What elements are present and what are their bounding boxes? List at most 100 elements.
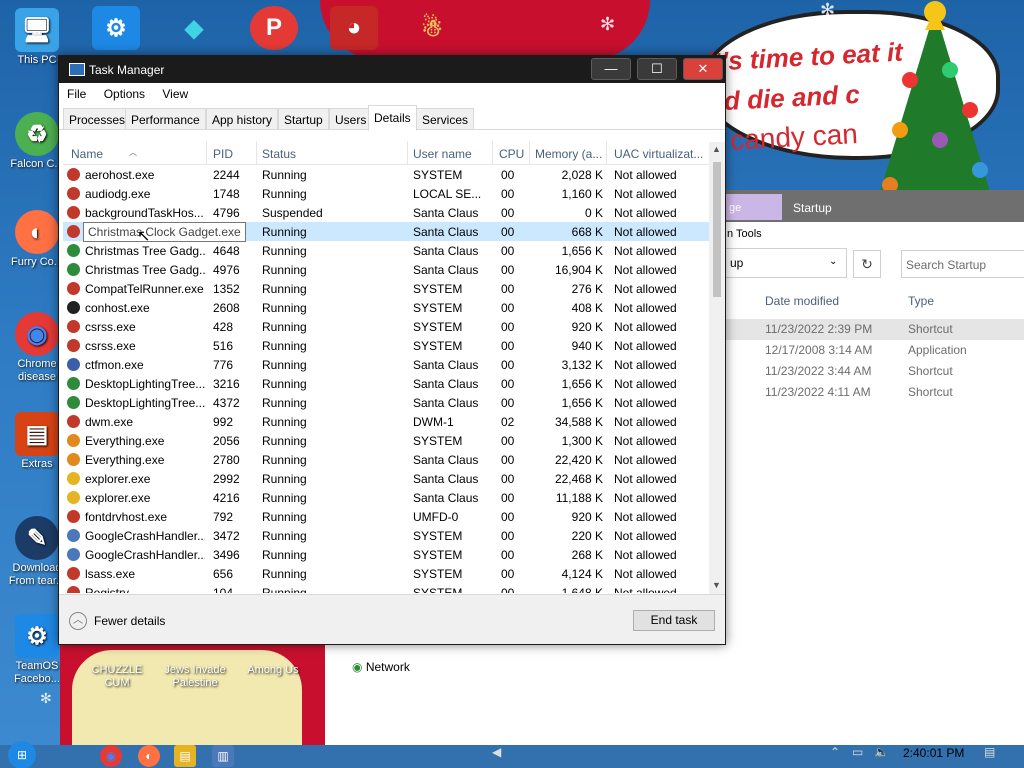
nav-item-network[interactable]: ◉ Network xyxy=(352,660,410,674)
list-item[interactable]: 11/23/2022 4:11 AM Shortcut xyxy=(725,382,1024,403)
chrome-taskbar-icon[interactable]: ◉ xyxy=(100,745,122,767)
minimize-button[interactable]: — xyxy=(591,58,631,80)
column-date-modified[interactable]: Date modified xyxy=(765,294,839,308)
table-row[interactable]: audiodg.exe 1748 Running LOCAL SE... 00 Not a… xyxy=(63,184,711,203)
table-row[interactable]: explorer.exe 2992 Running Santa Claus 00 Not … xyxy=(63,469,711,488)
ribbon-tab-manage[interactable]: ge xyxy=(725,194,782,220)
cell-user-name: DWM-1 xyxy=(413,415,454,429)
scroll-up-icon[interactable]: ▲ xyxy=(712,144,721,154)
chevron-up-icon[interactable]: ︿ xyxy=(69,612,87,630)
taskbar-clock[interactable]: 2:40:01 PM xyxy=(903,746,964,760)
list-item[interactable]: 11/23/2022 2:39 PM Shortcut xyxy=(725,319,1024,340)
tab-services[interactable]: Services xyxy=(416,108,475,130)
tab-app-history[interactable]: App history xyxy=(206,108,279,130)
table-row[interactable]: lsass.exe 656 Running SYSTEM 00 Not allowed 4,… xyxy=(63,564,711,583)
column-pid[interactable]: PID xyxy=(213,147,233,165)
cell-uac: Not allowed xyxy=(614,282,677,296)
column-name[interactable]: Name xyxy=(71,147,103,165)
menu-options[interactable]: Options xyxy=(104,87,145,101)
table-row[interactable]: ctfmon.exe 776 Running Santa Claus 00 Not all… xyxy=(63,355,711,374)
cell-status: Running xyxy=(262,320,307,334)
column-cpu[interactable]: CPU xyxy=(499,147,524,165)
table-row[interactable]: dwm.exe 992 Running DWM-1 02 Not allowed 34,58… xyxy=(63,412,711,431)
cell-pid: 776 xyxy=(213,358,234,372)
list-item[interactable]: 12/17/2008 3:14 AM Application xyxy=(725,340,1024,361)
desktop-icon-jews-invade[interactable]: Jews Invade Palestine xyxy=(160,664,230,690)
cell-status: Running xyxy=(262,529,307,543)
tab-processes[interactable]: Processes xyxy=(63,108,132,130)
cell-cpu: 00 xyxy=(501,244,515,258)
table-row[interactable]: Everything.exe 2056 Running SYSTEM 00 Not all… xyxy=(63,431,711,450)
scrollbar-thumb[interactable] xyxy=(713,162,721,297)
table-row[interactable]: GoogleCrashHandler... 3472 Running SYSTEM 00… xyxy=(63,526,711,545)
ribbon-tools-label[interactable]: n Tools xyxy=(725,222,1024,246)
explorer-taskbar-icon[interactable]: ▤ xyxy=(174,745,196,767)
fewer-details-link[interactable]: Fewer details xyxy=(94,614,165,628)
desktop-icon-chuzzle[interactable]: CHUZZLE CUM xyxy=(82,664,152,690)
volume-icon[interactable]: 🔈 xyxy=(874,745,889,759)
column-user-name[interactable]: User name xyxy=(413,147,472,165)
cell-user-name: Santa Claus xyxy=(413,244,479,258)
santa-shortcut-icon[interactable]: ☃ xyxy=(408,6,456,50)
network-tray-icon[interactable]: ▭ xyxy=(852,745,863,759)
table-row[interactable]: csrss.exe 428 Running SYSTEM 00 Not allowed 92… xyxy=(63,317,711,336)
column-uac-virtualization[interactable]: UAC virtualizat... xyxy=(614,147,703,165)
table-row[interactable]: fontdrvhost.exe 792 Running UMFD-0 00 Not all… xyxy=(63,507,711,526)
table-row[interactable]: csrss.exe 516 Running SYSTEM 00 Not allowed 94… xyxy=(63,336,711,355)
notification-icon[interactable]: ▤ xyxy=(984,745,995,759)
table-row[interactable]: DesktopLightingTree... 3216 Running Santa C… xyxy=(63,374,711,393)
cell-name: audiodg.exe xyxy=(85,187,151,201)
scroll-down-icon[interactable]: ▼ xyxy=(712,580,721,590)
angry-birds-shortcut-icon[interactable]: ◕ xyxy=(330,6,378,50)
search-input[interactable]: Search Startup xyxy=(901,250,1024,278)
table-row[interactable]: DesktopLightingTree... 4372 Running Santa C… xyxy=(63,393,711,412)
cell-name: conhost.exe xyxy=(85,301,150,315)
task-manager-window[interactable]: Task Manager — ☐ ✕ File Options View Pro… xyxy=(58,55,726,645)
cell-user-name: SYSTEM xyxy=(413,529,463,543)
maximize-button[interactable]: ☐ xyxy=(637,58,677,80)
cell-memory: 22,420 K xyxy=(554,453,603,467)
table-row[interactable]: Everything.exe 2780 Running Santa Claus 00 No… xyxy=(63,450,711,469)
chevron-up-icon[interactable]: ⌃ xyxy=(830,745,840,759)
table-row[interactable]: Registry 104 Running SYSTEM 00 Not allowed 1,6… xyxy=(63,583,711,593)
table-row[interactable]: explorer.exe 4216 Running Santa Claus 00 Not … xyxy=(63,488,711,507)
table-row[interactable]: aerohost.exe 2244 Running SYSTEM 00 Not allow… xyxy=(63,165,711,184)
list-item[interactable]: 11/23/2022 3:44 AM Shortcut xyxy=(725,361,1024,382)
table-row[interactable]: Christmas Tree Gadg... 4976 Running Santa C… xyxy=(63,260,711,279)
p-game-shortcut-icon[interactable]: P xyxy=(250,6,298,50)
diamond-shortcut-icon[interactable]: ◆ xyxy=(170,6,218,50)
tab-details[interactable]: Details xyxy=(368,105,417,131)
file-explorer-window[interactable]: ge Startup n Tools up ⌄ ↻ Search Startup… xyxy=(725,190,1024,745)
close-button[interactable]: ✕ xyxy=(683,58,723,80)
table-row[interactable]: GoogleCrashHandler... 3496 Running SYSTEM 00… xyxy=(63,545,711,564)
start-button[interactable]: ⊞ xyxy=(8,741,36,768)
menu-file[interactable]: File xyxy=(67,87,86,101)
cell-name: Everything.exe xyxy=(85,434,165,448)
firefox-taskbar-icon[interactable]: ◐ xyxy=(138,745,160,767)
cell-uac: Not allowed xyxy=(614,586,677,593)
column-memory[interactable]: Memory (a... xyxy=(535,147,602,165)
table-row[interactable]: CompatTelRunner.exe 1352 Running SYSTEM 00 No… xyxy=(63,279,711,298)
table-row[interactable]: Christmas Tree Gadg... 4648 Running Santa C… xyxy=(63,241,711,260)
column-type[interactable]: Type xyxy=(908,294,934,308)
tab-performance[interactable]: Performance xyxy=(125,108,206,130)
tab-users[interactable]: Users xyxy=(329,108,373,130)
desktop-icon-among-us[interactable]: Among Us xyxy=(238,664,308,677)
details-table: ︿ Name PID Status User name CPU Memory (… xyxy=(63,141,711,593)
refresh-button[interactable]: ↻ xyxy=(853,250,881,278)
settings-shortcut-icon[interactable]: ⚙ xyxy=(92,6,140,50)
ribbon-tab-startup[interactable]: Startup xyxy=(793,201,832,215)
task-manager-taskbar-icon[interactable]: ▥ xyxy=(212,745,234,767)
chevron-down-icon[interactable]: ⌄ xyxy=(829,256,837,267)
title-bar[interactable]: Task Manager — ☐ ✕ xyxy=(59,56,725,83)
cell-uac: Not allowed xyxy=(614,206,677,220)
table-row[interactable]: conhost.exe 2608 Running SYSTEM 00 Not allowe… xyxy=(63,298,711,317)
cell-user-name: UMFD-0 xyxy=(413,510,459,524)
column-status[interactable]: Status xyxy=(262,147,296,165)
tab-startup[interactable]: Startup xyxy=(278,108,329,130)
end-task-button[interactable]: End task xyxy=(633,610,715,631)
vertical-scrollbar[interactable]: ▲ ▼ xyxy=(709,142,725,594)
table-row[interactable]: backgroundTaskHos... 4796 Suspended Santa C… xyxy=(63,203,711,222)
menu-view[interactable]: View xyxy=(162,87,188,101)
chevron-left-icon[interactable]: ◀ xyxy=(492,745,501,759)
